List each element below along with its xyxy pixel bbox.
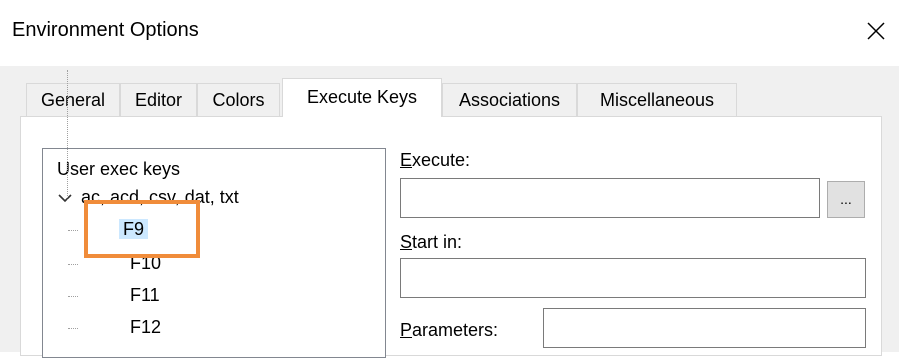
title-bar: Environment Options [0, 0, 899, 66]
tree-item-label: F11 [130, 285, 160, 305]
execute-label-rest: xecute: [412, 150, 471, 170]
tree-item-label: F12 [130, 317, 162, 337]
parameters-accel: P [400, 320, 413, 340]
tree-item-f11[interactable]: F11 [130, 285, 160, 306]
chevron-down-icon[interactable] [57, 190, 73, 206]
tree-connector-f12 [68, 328, 78, 329]
parameters-label: Parameters: [400, 320, 498, 341]
tree-item-f12[interactable]: F12 [130, 317, 161, 338]
tree-connector [67, 70, 68, 200]
tab-miscellaneous[interactable]: Miscellaneous [577, 83, 737, 116]
start-in-accel: S [400, 232, 413, 252]
parameters-input[interactable] [543, 308, 866, 348]
close-icon [867, 22, 885, 40]
tab-execute-keys[interactable]: Execute Keys [282, 78, 442, 117]
tab-colors[interactable]: Colors [197, 83, 280, 116]
highlight-box [84, 200, 200, 258]
tab-associations[interactable]: Associations [442, 83, 577, 116]
parameters-label-rest: arameters: [412, 320, 499, 340]
browse-button[interactable]: ... [827, 181, 865, 218]
tab-general[interactable]: General [26, 83, 120, 116]
execute-accel: E [400, 150, 413, 170]
start-in-label-rest: tart in: [412, 232, 463, 252]
tree-connector-f10 [68, 264, 78, 265]
start-in-input[interactable] [400, 258, 866, 298]
execute-input[interactable] [400, 178, 820, 218]
window-title: Environment Options [12, 19, 199, 41]
tree-connector-f11 [68, 296, 78, 297]
start-in-label: Start in: [400, 232, 462, 253]
close-button[interactable] [859, 12, 893, 50]
tab-editor[interactable]: Editor [120, 83, 197, 116]
tree-root-label: User exec keys [57, 159, 181, 179]
execute-label: Execute: [400, 150, 470, 171]
tree-connector-f9 [68, 230, 78, 231]
